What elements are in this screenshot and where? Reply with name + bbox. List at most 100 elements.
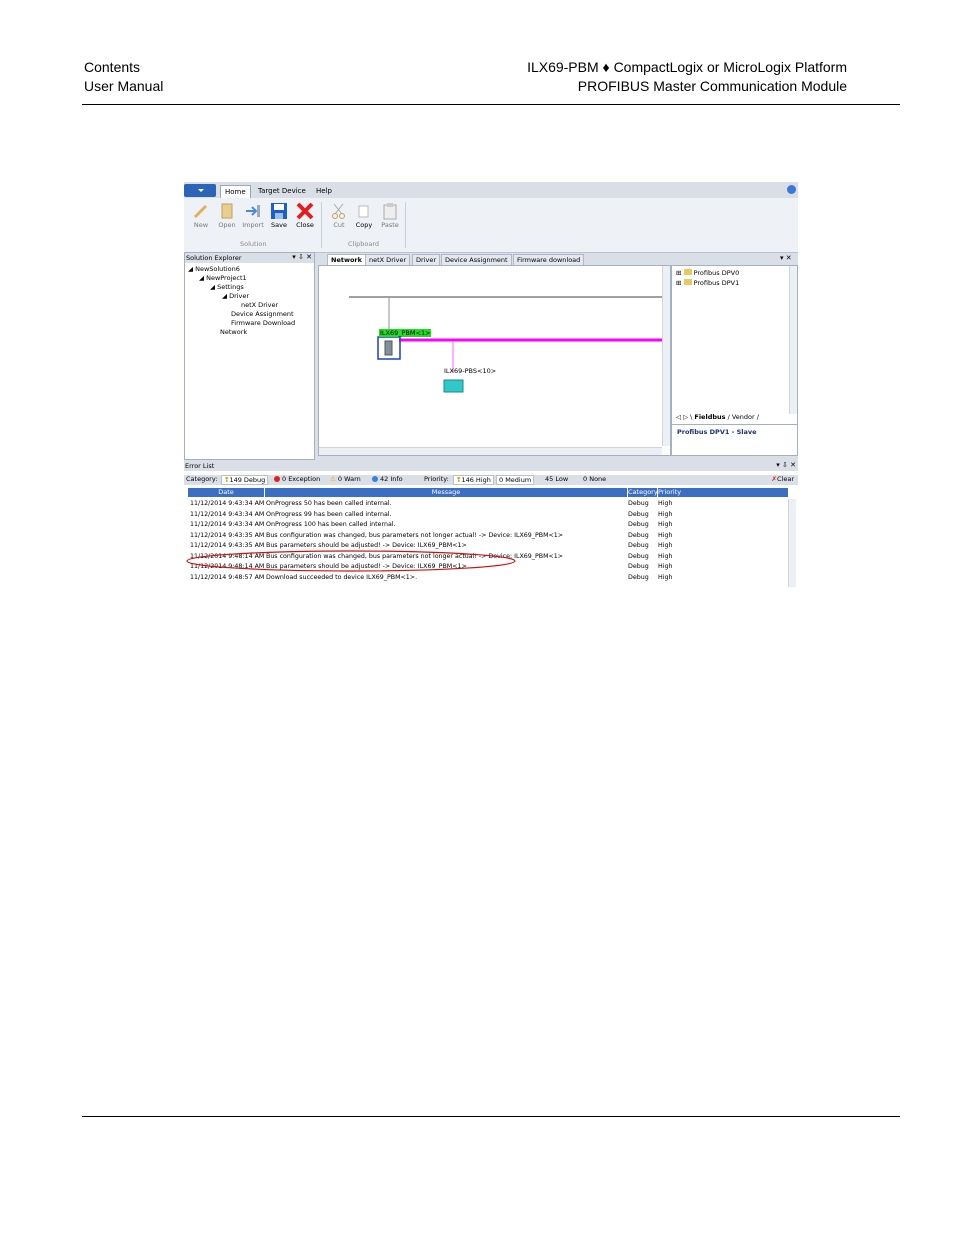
cell-priority: High: [658, 573, 673, 581]
header-right: ILX69-PBM ♦ CompactLogix or MicroLogix P…: [527, 58, 847, 96]
new-button[interactable]: New: [188, 198, 214, 229]
catalog-selection-info: Profibus DPV1 - Slave: [677, 428, 757, 436]
clear-button[interactable]: ✗Clear: [772, 475, 794, 483]
cell-message: OnProgress 50 has been called internal.: [266, 500, 392, 507]
error-list-title: Error List: [184, 461, 798, 471]
copy-label: Copy: [355, 221, 373, 229]
tab-network[interactable]: Network: [327, 254, 366, 265]
column-date[interactable]: Date: [188, 488, 264, 497]
catalog-item-dpv0[interactable]: ⊞ Profibus DPV0: [676, 269, 739, 277]
column-priority[interactable]: Priority: [658, 488, 788, 497]
tree-item-driver[interactable]: ◢ Driver: [222, 292, 249, 300]
filter-none[interactable]: 0 None: [583, 475, 606, 483]
tab-home[interactable]: Home: [220, 185, 251, 198]
copy-button[interactable]: Copy: [351, 198, 377, 229]
cell-priority: High: [658, 510, 673, 518]
tree-item-network[interactable]: Network: [220, 328, 247, 336]
filter-warn[interactable]: ⚠ 0 Warn: [330, 475, 361, 483]
catalog-item-dpv1[interactable]: ⊞ Profibus DPV1: [676, 279, 739, 287]
tree-item-device-assignment[interactable]: Device Assignment: [231, 310, 294, 318]
tree-item-firmware-download[interactable]: Firmware Download: [231, 319, 295, 327]
header-doc-type: User Manual: [84, 78, 164, 94]
floppy-disk-icon: [271, 203, 287, 219]
table-row[interactable]: 11/12/2014 9:43:34 AM OnProgress 99 has b…: [188, 511, 778, 521]
catalog-scrollbar[interactable]: [789, 266, 797, 414]
cell-category: Debug: [628, 563, 649, 570]
document-window-controls-icon[interactable]: ▾ ✕: [780, 254, 792, 262]
tree-item-settings[interactable]: ◢ Settings: [210, 283, 244, 291]
tree-item-label: Driver: [229, 292, 250, 300]
exception-icon: [274, 476, 280, 482]
catalog-item-label: Profibus DPV0: [693, 269, 740, 277]
folder-icon: [683, 269, 692, 275]
tab-help[interactable]: Help: [312, 185, 336, 197]
filter-medium[interactable]: 0 Medium: [496, 475, 535, 485]
open-button[interactable]: Open: [214, 198, 240, 229]
error-list-scrollbar[interactable]: [788, 499, 796, 587]
error-list-toolbar: Category: ❢149 Debug 0 Exception ⚠ 0 War…: [184, 475, 798, 485]
filter-warn-label: 0 Warn: [337, 475, 361, 483]
clear-label: Clear: [777, 475, 794, 483]
app-screenshot: Home Target Device Help New Open Import …: [184, 182, 798, 591]
cell-priority: High: [658, 552, 673, 560]
panel-controls-icon[interactable]: ▾ ⇩ ✕: [292, 253, 312, 261]
cell-message: Bus parameters should be adjusted! -> De…: [266, 542, 467, 549]
tree-item-netx-driver[interactable]: netX Driver: [241, 301, 278, 309]
filter-debug[interactable]: ❢149 Debug: [221, 475, 269, 485]
cell-message: OnProgress 100 has been called internal.: [266, 521, 396, 528]
header-left: Contents User Manual: [84, 58, 163, 96]
save-button[interactable]: Save: [266, 198, 292, 229]
cut-button[interactable]: Cut: [326, 198, 352, 229]
device-catalog-panel: ⊞ Profibus DPV0 ⊞ Profibus DPV1 ◁ ▷ \ Fi…: [671, 265, 798, 456]
tree-item-label: NewSolution6: [195, 265, 240, 273]
tree-item-label: Settings: [217, 283, 244, 291]
column-message[interactable]: Message: [265, 488, 627, 497]
filter-high[interactable]: ❢146 High: [453, 475, 494, 485]
panel-controls-icon[interactable]: ▾ ⇩ ✕: [776, 461, 796, 469]
tab-fieldbus[interactable]: Fieldbus: [694, 413, 725, 421]
master-device-label[interactable]: ILX69_PBM<1>: [380, 329, 431, 337]
table-row[interactable]: 11/12/2014 9:43:35 AM Bus configuration w…: [188, 532, 778, 542]
cell-priority: High: [658, 531, 673, 539]
filter-info[interactable]: 42 Info: [372, 475, 403, 483]
cell-priority: High: [658, 521, 673, 528]
filter-high-label: 146 High: [461, 476, 491, 484]
vertical-scrollbar[interactable]: [662, 266, 670, 446]
import-label: Import: [242, 221, 264, 229]
cell-category: Debug: [628, 552, 649, 560]
folder-open-icon: [221, 203, 233, 219]
filter-medium-label: 0 Medium: [499, 476, 532, 484]
group-solution: Solution: [240, 240, 267, 248]
cut-label: Cut: [333, 221, 345, 229]
import-button[interactable]: Import: [240, 198, 266, 229]
tree-item-newsolution6[interactable]: ◢ NewSolution6: [188, 265, 240, 273]
paste-label: Paste: [381, 221, 399, 229]
horizontal-scrollbar[interactable]: [319, 447, 662, 455]
cell-priority: High: [658, 563, 673, 570]
filter-low[interactable]: 45 Low: [545, 475, 568, 483]
application-menu-button[interactable]: [184, 184, 216, 197]
table-row[interactable]: 11/12/2014 9:43:34 AM OnProgress 100 has …: [188, 521, 778, 531]
warning-icon: ⚠: [330, 475, 336, 483]
tab-target-device[interactable]: Target Device: [254, 185, 310, 197]
info-icon: [372, 476, 378, 482]
solution-explorer-panel: Solution Explorer ▾ ⇩ ✕ ◢ NewSolution6 ◢…: [184, 252, 315, 460]
slave-device-label[interactable]: ILX69-PBS<10>: [444, 367, 496, 375]
tab-vendor[interactable]: Vendor: [732, 413, 755, 421]
column-category[interactable]: Category: [628, 488, 658, 497]
cell-category: Debug: [628, 531, 649, 539]
category-label: Category:: [186, 475, 218, 483]
help-icon[interactable]: [787, 185, 796, 194]
close-button[interactable]: Close: [292, 198, 318, 229]
tree-item-newproject1[interactable]: ◢ NewProject1: [199, 274, 247, 282]
cell-category: Debug: [628, 521, 649, 528]
pencil-icon: [193, 204, 208, 219]
network-view: ILX69_PBM<1> ILX69-PBS<10>: [318, 265, 671, 456]
paste-button[interactable]: Paste: [377, 198, 403, 229]
priority-label: Priority:: [424, 475, 449, 483]
cell-category: Debug: [628, 542, 649, 549]
table-row[interactable]: 11/12/2014 9:43:34 AM OnProgress 50 has b…: [188, 500, 778, 510]
cell-category: Debug: [628, 573, 649, 581]
slave-device-icon[interactable]: [443, 379, 464, 393]
filter-exception[interactable]: 0 Exception: [274, 475, 320, 483]
